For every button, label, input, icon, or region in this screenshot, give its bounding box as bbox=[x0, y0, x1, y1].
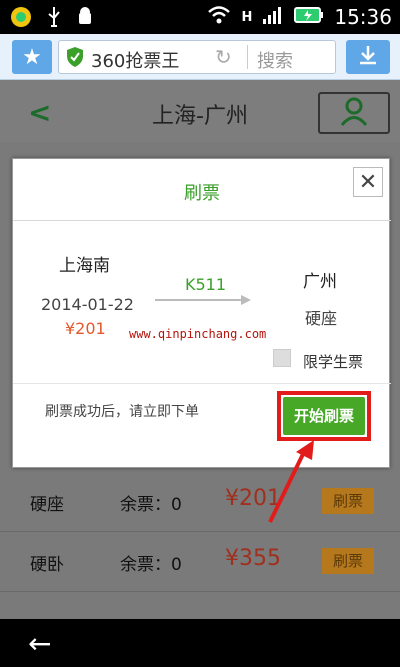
callout-arrow-icon bbox=[268, 440, 314, 523]
